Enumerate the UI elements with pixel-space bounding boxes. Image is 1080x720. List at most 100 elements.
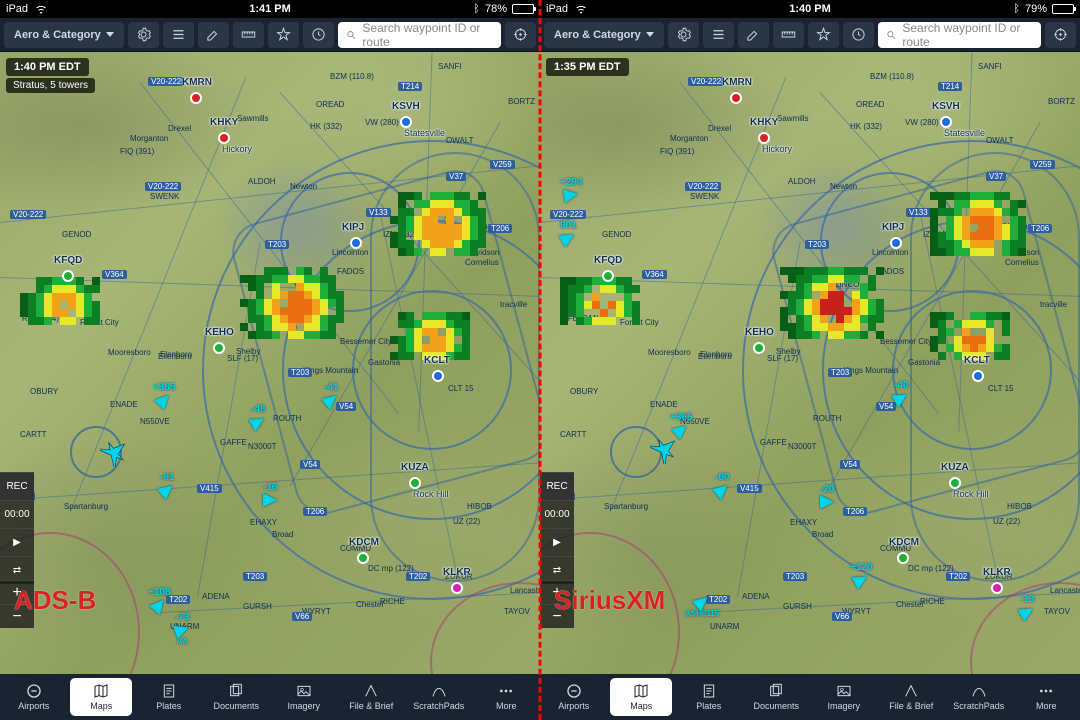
airport-marker[interactable]	[602, 270, 614, 282]
fix-label: Cornelius	[465, 258, 499, 267]
airport-label: KEHO	[205, 327, 234, 338]
traffic-target[interactable]: +294	[560, 177, 583, 202]
airport-marker[interactable]	[972, 370, 984, 382]
play-button[interactable]: ▶	[540, 528, 574, 556]
nav-maps[interactable]: Maps	[610, 678, 672, 716]
airport-marker[interactable]	[357, 552, 369, 564]
category-dropdown[interactable]: Aero & Category	[544, 22, 664, 48]
airport-marker[interactable]	[432, 370, 444, 382]
search-input[interactable]: Search waypoint ID or route	[878, 22, 1041, 48]
nav-scratch[interactable]: ScratchPads	[408, 678, 470, 716]
map-view[interactable]: 1:35 PM EDT SiriusXM V20-222V20-222V20-2…	[540, 52, 1080, 674]
ownship-icon	[650, 434, 680, 469]
fix-label: GENOD	[62, 230, 91, 239]
airway-label: V415	[197, 484, 222, 493]
nav-imagery[interactable]: Imagery	[273, 678, 335, 716]
nav-more[interactable]: More	[1015, 678, 1077, 716]
star-icon[interactable]	[808, 22, 839, 48]
ruler-icon[interactable]	[773, 22, 804, 48]
traffic-target[interactable]: -41	[324, 382, 338, 407]
rec-button[interactable]: REC	[540, 472, 574, 500]
nav-plates[interactable]: Plates	[678, 678, 740, 716]
edit-icon[interactable]	[738, 22, 769, 48]
nav-plates[interactable]: Plates	[138, 678, 200, 716]
nav-maps[interactable]: Maps	[70, 678, 132, 716]
airport-marker[interactable]	[400, 116, 412, 128]
list-icon[interactable]	[703, 22, 734, 48]
weather-timestamp[interactable]: 1:40 PM EDT	[6, 58, 89, 76]
airway-label: V66	[292, 612, 312, 621]
nav-airports[interactable]: Airports	[543, 678, 605, 716]
recenter-icon[interactable]	[505, 22, 536, 48]
traffic-target[interactable]: +120	[850, 562, 873, 587]
airport-marker[interactable]	[62, 270, 74, 282]
airway-label: V54	[840, 460, 860, 469]
gear-icon[interactable]	[128, 22, 159, 48]
fix-label: Lincolnton	[872, 248, 908, 257]
traffic-target[interactable]: -16	[263, 482, 277, 507]
fix-label: Spartanburg	[64, 502, 108, 511]
airport-marker[interactable]	[897, 552, 909, 564]
nav-documents[interactable]: Documents	[745, 678, 807, 716]
airport-marker[interactable]	[218, 132, 230, 144]
traffic-target[interactable]: +108	[148, 587, 171, 612]
airport-marker[interactable]	[451, 582, 463, 594]
traffic-target[interactable]: +365	[153, 382, 176, 407]
clock-icon[interactable]	[843, 22, 874, 48]
map-view[interactable]: 1:40 PM EDT Stratus, 5 towers ADS-B V20-…	[0, 52, 540, 674]
traffic-target[interactable]: -48	[251, 404, 265, 429]
traffic-target[interactable]: -60	[715, 472, 729, 497]
play-button[interactable]: ▶	[0, 528, 34, 556]
airport-marker[interactable]	[890, 237, 902, 249]
gear-icon[interactable]	[668, 22, 699, 48]
search-input[interactable]: Search waypoint ID or route	[338, 22, 501, 48]
nav-more[interactable]: More	[475, 678, 537, 716]
airway-label: V54	[336, 402, 356, 411]
airport-marker[interactable]	[350, 237, 362, 249]
traffic-target[interactable]: -40	[894, 380, 908, 405]
airport-marker[interactable]	[190, 92, 202, 104]
airway-label: V66	[832, 612, 852, 621]
traffic-target[interactable]: -13	[1020, 594, 1034, 619]
airport-marker[interactable]	[730, 92, 742, 104]
rec-button[interactable]: REC	[0, 472, 34, 500]
nav-imagery[interactable]: Imagery	[813, 678, 875, 716]
bottom-nav: AirportsMapsPlatesDocumentsImageryFile &…	[540, 674, 1080, 720]
nav-file[interactable]: File & Brief	[340, 678, 402, 716]
traffic-target[interactable]: 901	[560, 220, 577, 245]
list-icon[interactable]	[163, 22, 194, 48]
airway-label: T206	[488, 224, 512, 233]
clock-icon[interactable]	[303, 22, 334, 48]
ruler-icon[interactable]	[233, 22, 264, 48]
airport-marker[interactable]	[213, 342, 225, 354]
nav-scratch[interactable]: ScratchPads	[948, 678, 1010, 716]
toolbar: Aero & Category Search waypoint ID or ro…	[540, 18, 1080, 52]
airport-marker[interactable]	[991, 582, 1003, 594]
traffic-target[interactable]: -73AA	[175, 612, 189, 646]
airport-marker[interactable]	[753, 342, 765, 354]
fix-label: FIQ (391)	[660, 147, 694, 156]
airway-label: T206	[843, 507, 867, 516]
nav-file[interactable]: File & Brief	[880, 678, 942, 716]
airway-label: V259	[1030, 160, 1055, 169]
radar-cell	[930, 312, 1010, 360]
traffic-target[interactable]: -61	[160, 472, 174, 497]
airport-label: KCLT	[964, 355, 990, 366]
nav-documents[interactable]: Documents	[205, 678, 267, 716]
nav-airports[interactable]: Airports	[3, 678, 65, 716]
edit-icon[interactable]	[198, 22, 229, 48]
airport-marker[interactable]	[758, 132, 770, 144]
traffic-target[interactable]: -20	[820, 484, 834, 509]
category-dropdown[interactable]: Aero & Category	[4, 22, 124, 48]
weather-timestamp[interactable]: 1:35 PM EDT	[546, 58, 629, 76]
fix-label: VW (280)	[905, 118, 939, 127]
recenter-icon[interactable]	[1045, 22, 1076, 48]
airport-label: KSVH	[932, 101, 960, 112]
airport-marker[interactable]	[940, 116, 952, 128]
airport-marker[interactable]	[949, 477, 961, 489]
fix-label: OBURY	[570, 387, 598, 396]
star-icon[interactable]	[268, 22, 299, 48]
traffic-target[interactable]: ASH6115	[685, 595, 719, 618]
fix-label: OWALT	[986, 136, 1014, 145]
airport-marker[interactable]	[409, 477, 421, 489]
